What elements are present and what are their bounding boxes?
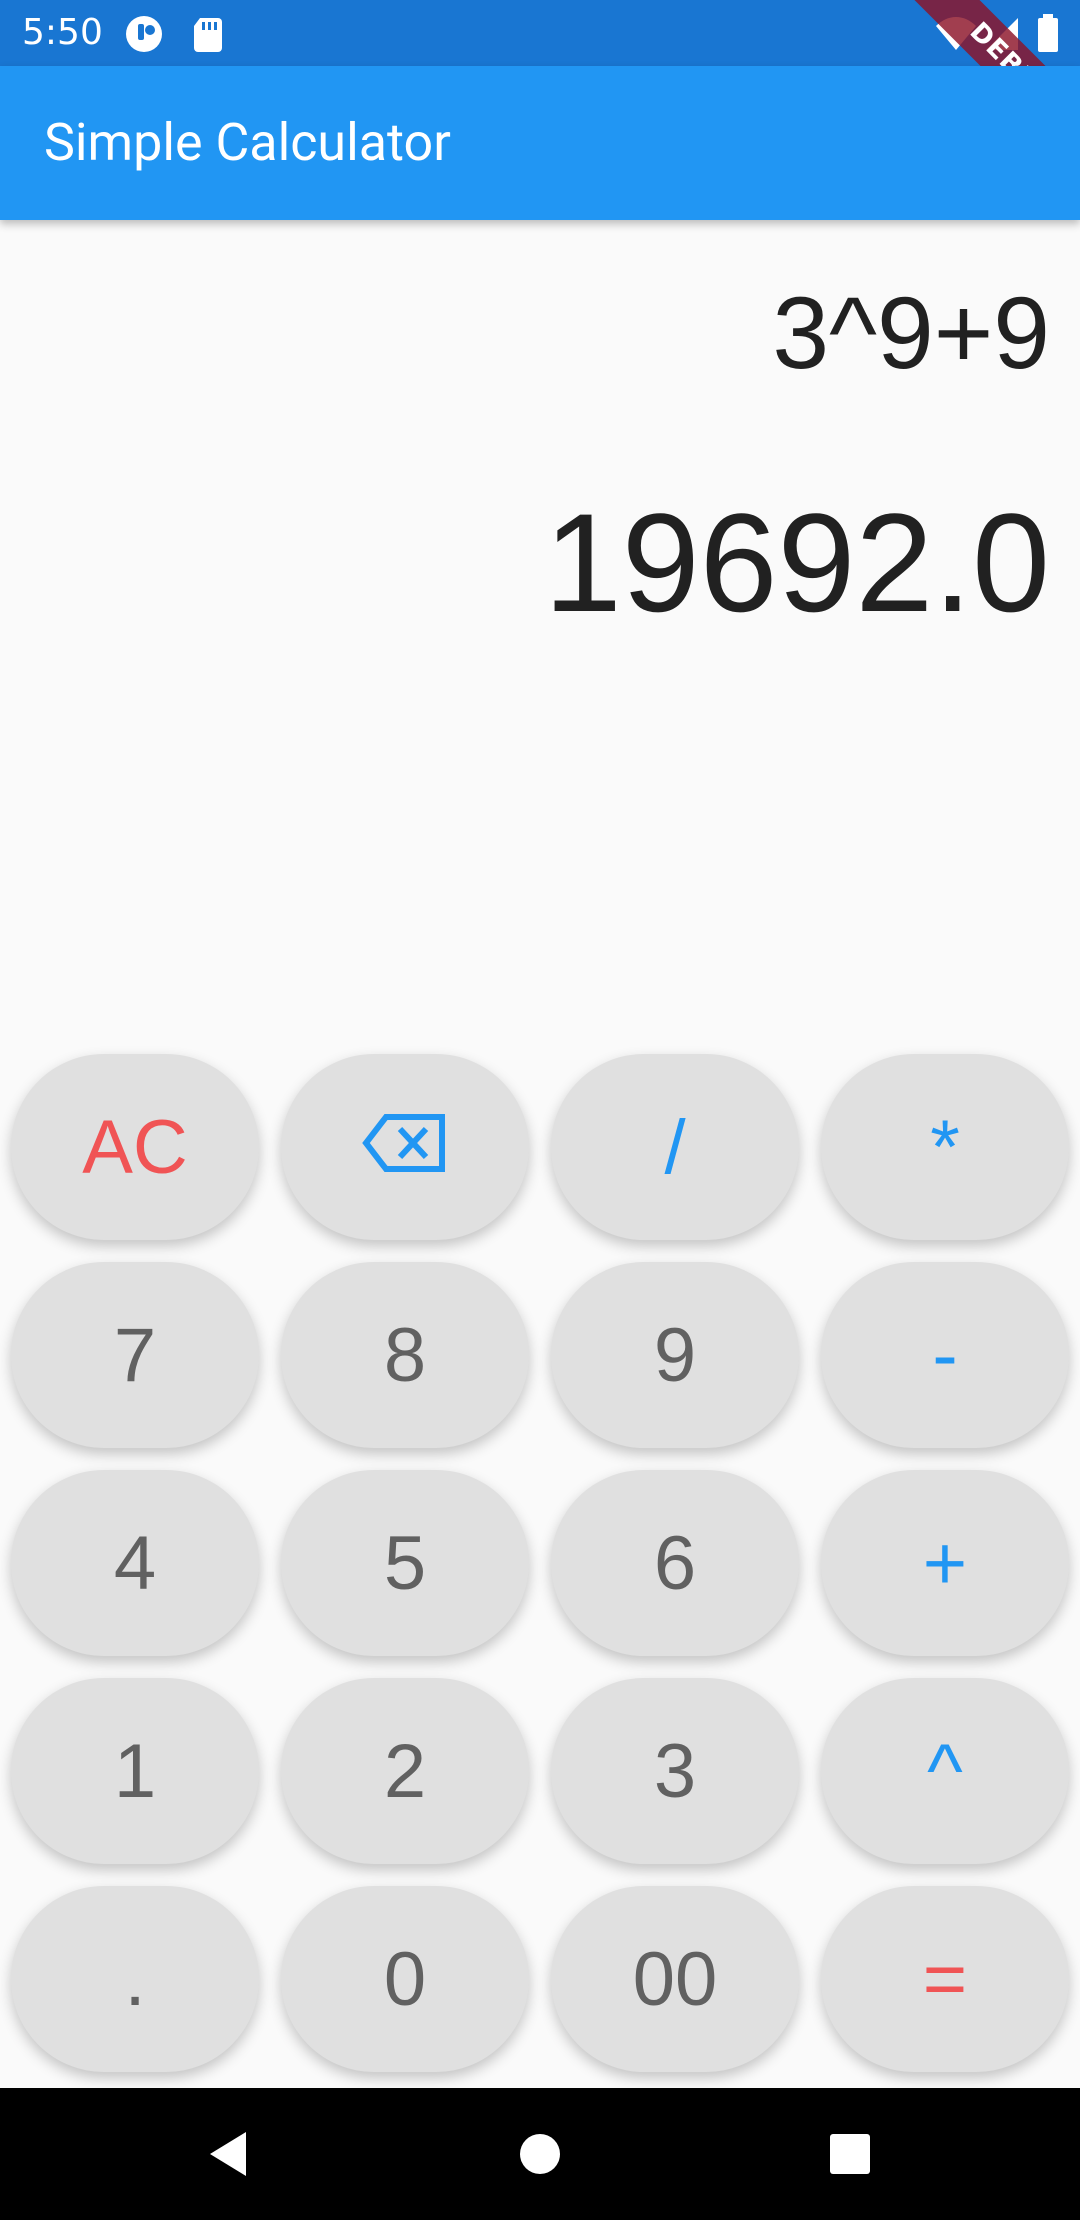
- navigation-bar: [0, 2088, 1080, 2220]
- backspace-icon: [362, 1104, 448, 1191]
- digit-1-label: 1: [113, 1728, 157, 1814]
- digit-7-label: 7: [113, 1312, 157, 1398]
- expression-display: 3^9+9: [772, 276, 1050, 390]
- result-display: 19692.0: [543, 484, 1050, 641]
- status-time: 5:50: [22, 12, 103, 53]
- signal-icon: [984, 14, 1020, 59]
- status-bar: 5:50: [0, 0, 1080, 66]
- digit-7-button[interactable]: 7: [11, 1262, 259, 1448]
- digit-0-button[interactable]: 0: [281, 1886, 529, 2072]
- backspace-button[interactable]: [281, 1054, 529, 1240]
- equals-button-label: =: [922, 1936, 968, 2022]
- clear-button[interactable]: AC: [11, 1054, 259, 1240]
- equals-button[interactable]: =: [821, 1886, 1069, 2072]
- power-button-label: ^: [927, 1728, 963, 1814]
- back-icon[interactable]: [200, 2124, 260, 2184]
- subtract-button[interactable]: -: [821, 1262, 1069, 1448]
- multiply-button[interactable]: *: [821, 1054, 1069, 1240]
- home-icon[interactable]: [510, 2124, 570, 2184]
- digit-9-button[interactable]: 9: [551, 1262, 799, 1448]
- divide-button-label: /: [664, 1104, 686, 1190]
- digit-2-label: 2: [383, 1728, 427, 1814]
- digit-2-button[interactable]: 2: [281, 1678, 529, 1864]
- multiply-button-label: *: [930, 1104, 960, 1190]
- digit-5-label: 5: [383, 1520, 427, 1606]
- circle-app-icon: [124, 14, 164, 54]
- sd-card-icon: [188, 14, 228, 54]
- digit-8-button[interactable]: 8: [281, 1262, 529, 1448]
- digit-8-label: 8: [383, 1312, 427, 1398]
- digit-4-label: 4: [113, 1520, 157, 1606]
- app-root: 5:50 DEBUG Simple Calculator 3^9+9 19692…: [0, 0, 1080, 2220]
- digit-4-button[interactable]: 4: [11, 1470, 259, 1656]
- app-title: Simple Calculator: [44, 112, 451, 173]
- decimal-button[interactable]: .: [11, 1886, 259, 2072]
- divide-button[interactable]: /: [551, 1054, 799, 1240]
- decimal-button-label: .: [124, 1936, 146, 2022]
- digit-5-button[interactable]: 5: [281, 1470, 529, 1656]
- digit-6-button[interactable]: 6: [551, 1470, 799, 1656]
- recents-icon[interactable]: [820, 2124, 880, 2184]
- add-button[interactable]: +: [821, 1470, 1069, 1656]
- add-button-label: +: [922, 1520, 968, 1606]
- digit-3-button[interactable]: 3: [551, 1678, 799, 1864]
- wifi-icon: [934, 14, 978, 59]
- digit-1-button[interactable]: 1: [11, 1678, 259, 1864]
- clear-button-label: AC: [82, 1104, 188, 1190]
- digit-6-label: 6: [653, 1520, 697, 1606]
- battery-icon: [1036, 14, 1060, 59]
- digit-3-label: 3: [653, 1728, 697, 1814]
- digit-0-label: 0: [383, 1936, 427, 2022]
- double-zero-button[interactable]: 00: [551, 1886, 799, 2072]
- subtract-button-label: -: [932, 1312, 958, 1398]
- digit-9-label: 9: [653, 1312, 697, 1398]
- double-zero-label: 00: [632, 1936, 718, 2022]
- keypad: AC / * 7 8 9 - 4 5 6 + 1 2 3 ^ . 0 00 =: [0, 1040, 1080, 2088]
- app-bar: Simple Calculator: [0, 66, 1080, 220]
- power-button[interactable]: ^: [821, 1678, 1069, 1864]
